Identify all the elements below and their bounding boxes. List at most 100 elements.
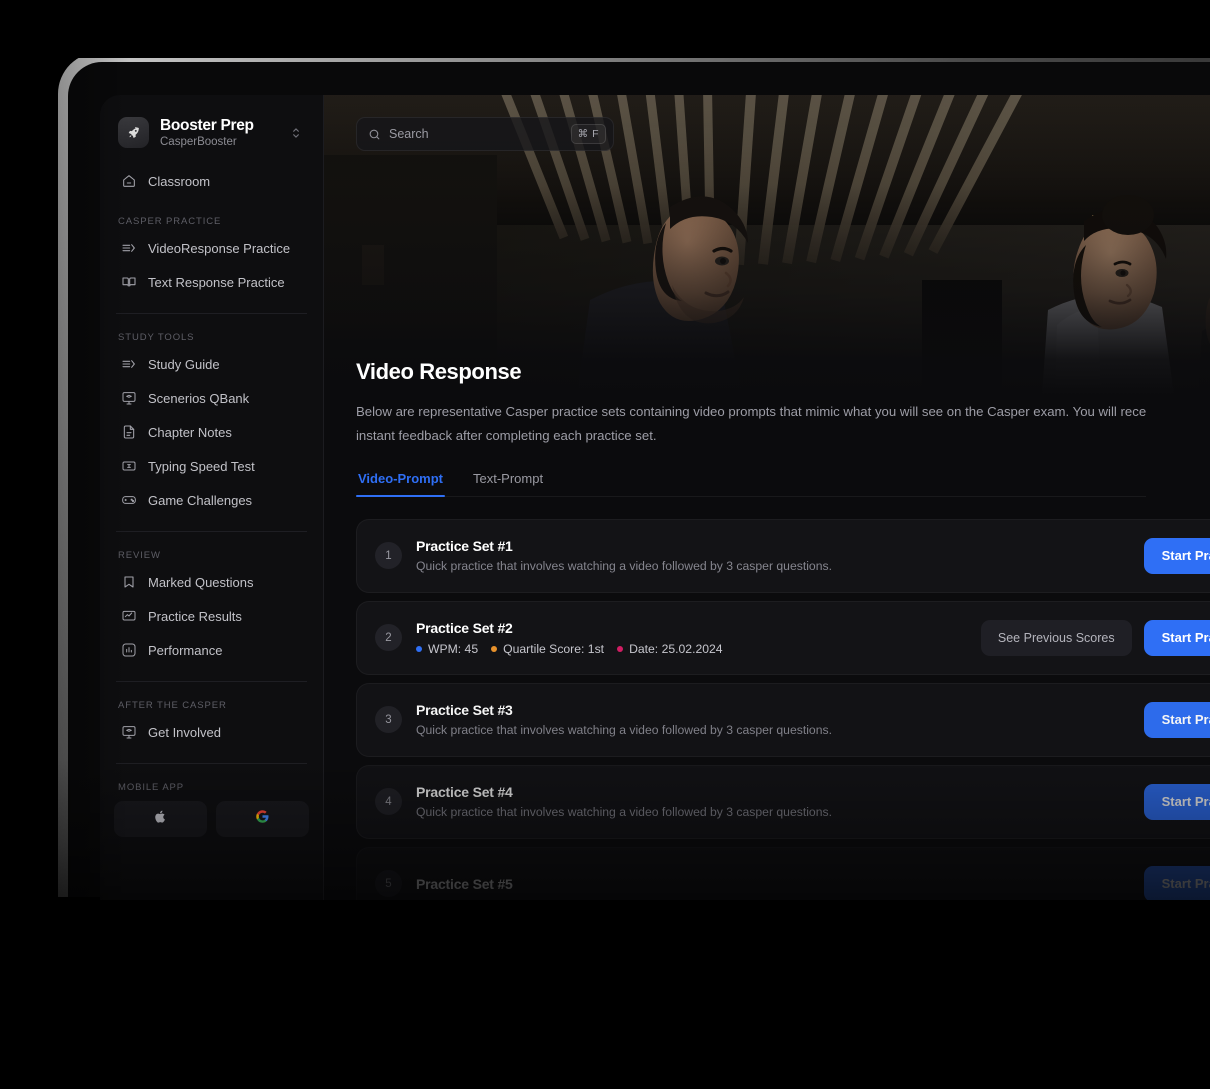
see-previous-scores-button[interactable]: See Previous Scores: [981, 620, 1132, 656]
search-input[interactable]: Search ⌘ F: [356, 117, 614, 151]
practice-set-title: Practice Set #3: [416, 702, 1144, 718]
practice-set-body: Practice Set #4 Quick practice that invo…: [416, 784, 1144, 819]
sidebar-divider: [116, 313, 307, 314]
start-practice-button[interactable]: Start Practi: [1144, 538, 1210, 574]
sidebar-item-label: Practice Results: [148, 609, 242, 624]
practice-set-body: Practice Set #3 Quick practice that invo…: [416, 702, 1144, 737]
content-area: Video Response Below are representative …: [324, 95, 1210, 900]
sidebar-item-label: Game Challenges: [148, 493, 252, 508]
org-text: Booster Prep CasperBooster: [160, 117, 276, 148]
practice-set-title: Practice Set #4: [416, 784, 1144, 800]
sidebar-item-marked-questions[interactable]: Marked Questions: [114, 565, 309, 599]
sidebar-section-review: REVIEW Marked Questions P: [114, 550, 309, 667]
sidebar-item-study-guide[interactable]: Study Guide: [114, 347, 309, 381]
sidebar-divider: [116, 681, 307, 682]
start-practice-button[interactable]: Start Practi: [1144, 620, 1210, 656]
practice-set-description: Quick practice that involves watching a …: [416, 805, 1144, 819]
video-stack-icon: [120, 240, 137, 257]
sidebar: Booster Prep CasperBooster Clas: [100, 95, 324, 900]
org-subtitle: CasperBooster: [160, 136, 276, 148]
prompt-type-tabs: Video-Prompt Text-Prompt: [356, 471, 1146, 497]
home-icon: [120, 173, 137, 190]
sidebar-item-label: Chapter Notes: [148, 425, 232, 440]
app-window: Booster Prep CasperBooster Clas: [100, 95, 1210, 900]
chart-monitor-icon: [120, 608, 137, 625]
sidebar-item-label: Text Response Practice: [148, 275, 285, 290]
practice-set-actions: Start Practi: [1144, 702, 1210, 738]
start-practice-button[interactable]: Start Practi: [1144, 702, 1210, 738]
sidebar-item-label: Get Involved: [148, 725, 221, 740]
sidebar-section-label: AFTER THE CASPER: [114, 700, 309, 711]
sidebar-item-label: Typing Speed Test: [148, 459, 255, 474]
sidebar-item-typing-speed-test[interactable]: Typing Speed Test: [114, 449, 309, 483]
sidebar-item-performance[interactable]: Performance: [114, 633, 309, 667]
sidebar-item-classroom[interactable]: Classroom: [114, 164, 309, 198]
metric-wpm: WPM: 45: [416, 642, 478, 656]
sidebar-item-scenerios-qbank[interactable]: Scenerios QBank: [114, 381, 309, 415]
practice-set-number: 1: [375, 542, 402, 569]
practice-set-row[interactable]: 1 Practice Set #1 Quick practice that in…: [356, 519, 1210, 593]
practice-set-number: 4: [375, 788, 402, 815]
practice-set-row[interactable]: 2 Practice Set #2 WPM: 45 Quartil: [356, 601, 1210, 675]
screenshot-scene: Booster Prep CasperBooster Clas: [0, 0, 1210, 1089]
practice-set-description: Quick practice that involves watching a …: [416, 559, 1144, 573]
sidebar-item-practice-results[interactable]: Practice Results: [114, 599, 309, 633]
search-shortcut-badge: ⌘ F: [571, 124, 606, 144]
bar-chart-icon: [120, 642, 137, 659]
google-play-button[interactable]: [216, 801, 309, 837]
sidebar-section-label: REVIEW: [114, 550, 309, 561]
sidebar-item-label: Performance: [148, 643, 222, 658]
metric-label: Quartile Score: 1st: [503, 642, 604, 656]
practice-set-number: 2: [375, 624, 402, 651]
org-switcher[interactable]: Booster Prep CasperBooster: [114, 95, 309, 148]
keyboard-icon: [120, 458, 137, 475]
sidebar-item-label: Marked Questions: [148, 575, 254, 590]
practice-set-body: Practice Set #2 WPM: 45 Quartile Score: …: [416, 620, 981, 656]
page-description-line1: Below are representative Casper practice…: [356, 404, 1146, 419]
sidebar-item-game-challenges[interactable]: Game Challenges: [114, 483, 309, 517]
chevron-up-down-icon[interactable]: [287, 124, 305, 142]
book-open-icon: [120, 274, 137, 291]
tab-text-prompt[interactable]: Text-Prompt: [471, 471, 545, 496]
metric-quartile-score: Quartile Score: 1st: [491, 642, 604, 656]
org-name: Booster Prep: [160, 117, 276, 135]
practice-set-body: Practice Set #1 Quick practice that invo…: [416, 538, 1144, 573]
practice-set-actions: Start Practi: [1144, 538, 1210, 574]
app-store-button[interactable]: [114, 801, 207, 837]
practice-set-actions: Start Practi: [1144, 866, 1210, 900]
monitor-graduation-icon: [120, 724, 137, 741]
monitor-graduation-icon: [120, 390, 137, 407]
topbar: Search ⌘ F: [324, 95, 1210, 173]
practice-set-actions: Start Practi: [1144, 784, 1210, 820]
apple-icon: [153, 809, 168, 829]
practice-set-row[interactable]: 3 Practice Set #3 Quick practice that in…: [356, 683, 1210, 757]
metric-date: Date: 25.02.2024: [617, 642, 723, 656]
tab-video-prompt[interactable]: Video-Prompt: [356, 471, 445, 496]
practice-set-title: Practice Set #5: [416, 876, 1144, 892]
metric-dot: [491, 646, 497, 652]
sidebar-item-chapter-notes[interactable]: Chapter Notes: [114, 415, 309, 449]
sidebar-divider: [116, 763, 307, 764]
metric-dot: [416, 646, 422, 652]
start-practice-button[interactable]: Start Practi: [1144, 866, 1210, 900]
sidebar-item-text-response-practice[interactable]: Text Response Practice: [114, 265, 309, 299]
sidebar-item-label: Scenerios QBank: [148, 391, 249, 406]
sidebar-item-videoresponse-practice[interactable]: VideoResponse Practice: [114, 231, 309, 265]
practice-set-title: Practice Set #2: [416, 620, 981, 636]
practice-set-body: Practice Set #5: [416, 876, 1144, 892]
page-description-line2: instant feedback after completing each p…: [356, 428, 657, 443]
sidebar-item-get-involved[interactable]: Get Involved: [114, 715, 309, 749]
bookmark-icon: [120, 574, 137, 591]
video-stack-icon: [120, 356, 137, 373]
metric-dot: [617, 646, 623, 652]
sidebar-section-casper-practice: CASPER PRACTICE VideoResponse Practice: [114, 216, 309, 299]
practice-set-row[interactable]: 5 Practice Set #5 Start Practi: [356, 847, 1210, 900]
sidebar-section-mobile-app: MOBILE APP: [114, 782, 309, 837]
metric-label: WPM: 45: [428, 642, 478, 656]
practice-set-list: 1 Practice Set #1 Quick practice that in…: [356, 519, 1210, 900]
practice-set-row[interactable]: 4 Practice Set #4 Quick practice that in…: [356, 765, 1210, 839]
sidebar-item-label: Study Guide: [148, 357, 220, 372]
search-icon: [368, 128, 381, 141]
sidebar-section-after-the-casper: AFTER THE CASPER Get Involved: [114, 700, 309, 749]
start-practice-button[interactable]: Start Practi: [1144, 784, 1210, 820]
